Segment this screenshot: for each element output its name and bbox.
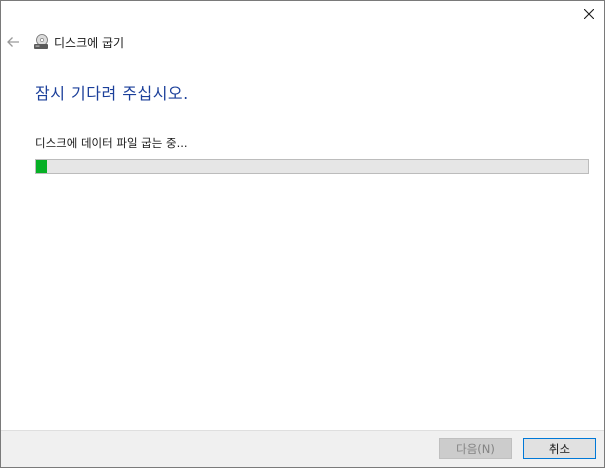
disc-burner-icon — [33, 34, 49, 50]
back-button[interactable] — [2, 31, 24, 53]
page-heading: 잠시 기다려 주십시오. — [35, 84, 189, 103]
back-arrow-icon — [7, 37, 19, 47]
window-title: 디스크에 굽기 — [54, 35, 125, 50]
cancel-button[interactable]: 취소 — [523, 438, 596, 459]
dialog-header: 디스크에 굽기 — [1, 28, 604, 56]
progress-bar — [35, 159, 589, 174]
dialog-footer: 다음(N) 취소 — [1, 430, 604, 467]
next-button[interactable]: 다음(N) — [439, 438, 512, 459]
burn-disc-dialog: 디스크에 굽기 잠시 기다려 주십시오. 디스크에 데이터 파일 굽는 중...… — [0, 0, 605, 468]
status-text: 디스크에 데이터 파일 굽는 중... — [35, 136, 188, 150]
progress-bar-fill — [36, 160, 48, 173]
close-button[interactable] — [574, 1, 604, 27]
close-icon — [584, 9, 594, 19]
